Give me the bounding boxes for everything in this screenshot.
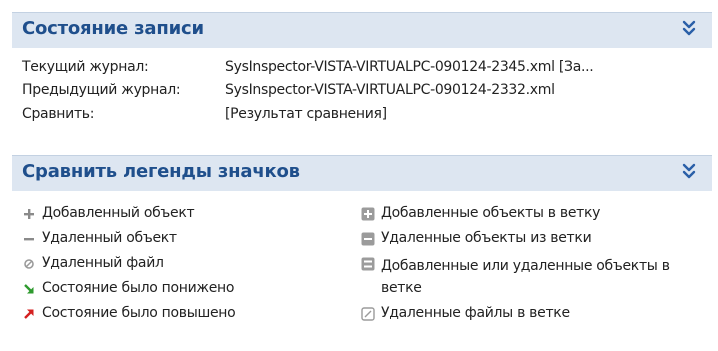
previous-log-value[interactable]: SysInspector-VISTA-VIRTUALPC-090124-2332… bbox=[225, 82, 555, 98]
legend-label: Удаленные файлы в ветке bbox=[381, 305, 570, 321]
previous-log-label: Предыдущий журнал: bbox=[22, 82, 181, 98]
legend-label: Добавленный объект bbox=[42, 205, 195, 221]
legend-label: Удаленный файл bbox=[42, 255, 164, 271]
collapse-chevron-icon[interactable] bbox=[680, 162, 698, 182]
sysinspector-panel: Состояние записи Текущий журнал: SysInsp… bbox=[0, 0, 718, 351]
plus-icon bbox=[22, 207, 36, 221]
box-plus-icon bbox=[361, 207, 375, 221]
deleted-file-icon bbox=[22, 257, 36, 271]
box-deleted-file-icon bbox=[361, 307, 375, 321]
legend-title: Сравнить легенды значков bbox=[22, 161, 300, 182]
legend-label: Удаленный объект bbox=[42, 230, 177, 246]
arrow-up-red-icon bbox=[22, 307, 36, 321]
record-state-title: Состояние записи bbox=[22, 18, 204, 39]
legend-label: Состояние было понижено bbox=[42, 280, 235, 296]
legend-header[interactable]: Сравнить легенды значков bbox=[12, 155, 712, 191]
legend-label: Удаленные объекты из ветки bbox=[381, 230, 592, 246]
compare-value[interactable]: [Результат сравнения] bbox=[225, 106, 387, 122]
legend-label: Добавленные объекты в ветку bbox=[381, 205, 601, 221]
compare-label: Сравнить: bbox=[22, 106, 95, 122]
box-plusminus-icon bbox=[361, 257, 375, 271]
current-log-value[interactable]: SysInspector-VISTA-VIRTUALPC-090124-2345… bbox=[225, 59, 593, 75]
minus-icon bbox=[22, 232, 36, 246]
record-state-header[interactable]: Состояние записи bbox=[12, 12, 712, 48]
arrow-down-green-icon bbox=[22, 282, 36, 296]
legend-label: Добавленные или удаленные объекты в ветк… bbox=[381, 258, 670, 296]
box-minus-icon bbox=[361, 232, 375, 246]
current-log-label: Текущий журнал: bbox=[22, 59, 149, 75]
collapse-chevron-icon[interactable] bbox=[680, 19, 698, 39]
legend-label: Состояние было повышено bbox=[42, 305, 236, 321]
